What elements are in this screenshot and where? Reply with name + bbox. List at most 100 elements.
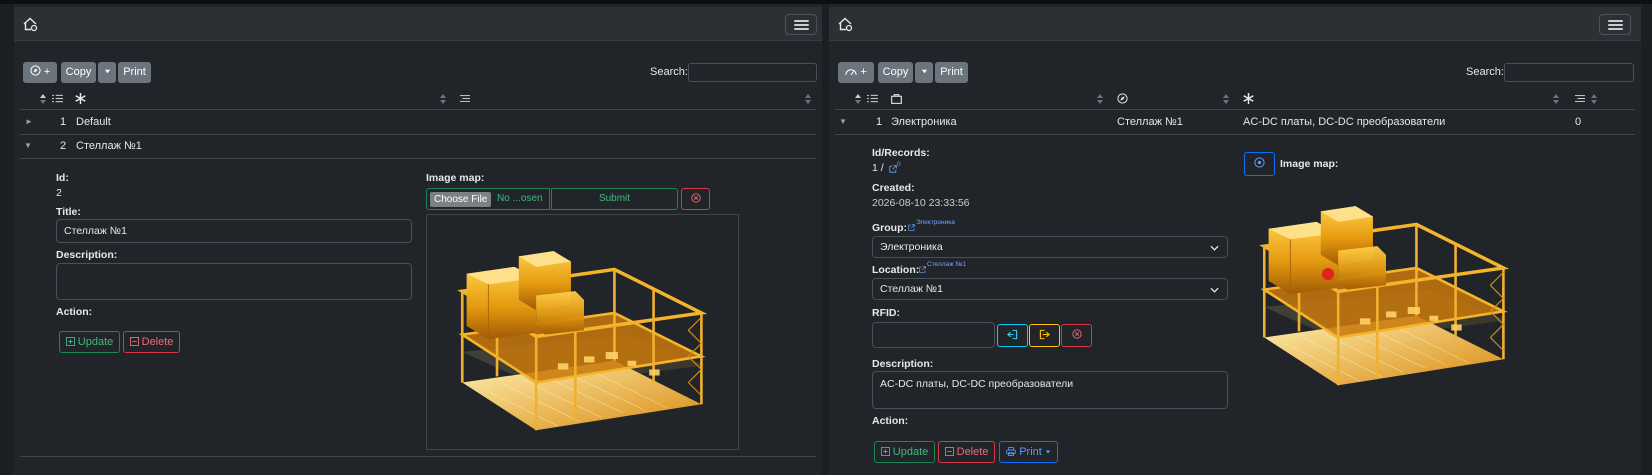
row-location: Стеллаж №1 [1117,116,1183,128]
chevron-down-icon [1210,287,1219,293]
created-label: Created: [872,182,915,194]
copy-dropdown-button[interactable] [915,62,933,83]
rfid-field[interactable] [872,322,995,348]
action-label: Action: [56,306,93,318]
search-input[interactable] [688,63,817,82]
row-count: 0 [1575,116,1582,128]
table-row[interactable]: ► 1 Default [20,111,816,135]
row-description: AC-DC платы, DC-DC преобразователи [1243,116,1446,128]
rfid-in-icon [1007,329,1018,340]
compass-plus-icon [30,65,41,76]
group-link[interactable]: Электроника [916,219,955,226]
warehouse-rack-image [1251,194,1521,394]
external-link-icon[interactable] [908,224,915,231]
group-label: Group: [872,222,907,234]
hamburger-menu-button[interactable] [1599,14,1631,35]
warehouse-rack-image [449,239,719,439]
list-icon [1575,95,1585,102]
add-label: + [860,66,867,78]
created-value: 2026-08-10 23:33:56 [872,197,970,209]
table-row[interactable]: ▼ 1 Электроника Стеллаж №1 AC-DC платы, … [835,111,1635,135]
sort-arrows-icon[interactable] [1223,94,1229,104]
copy-button[interactable]: Copy [878,62,913,83]
image-map[interactable] [1249,189,1529,399]
row-number: 1 [876,116,883,128]
sort-arrows-icon[interactable] [1553,94,1559,104]
description-label: Description: [872,358,934,370]
sort-arrows-icon[interactable] [1097,94,1103,104]
group-select[interactable]: Электроника [872,236,1228,258]
title-label: Title: [56,206,81,218]
print-button[interactable]: Print [118,62,151,83]
rfid-out-icon [1039,329,1050,340]
asterisk-icon [75,93,86,104]
image-map-label: Image map: [426,172,485,184]
compass-icon [1117,93,1128,104]
list-icon [460,95,470,102]
sort-arrows-icon[interactable] [40,94,46,104]
choose-file-button[interactable]: Choose File [430,192,492,207]
row-title: Default [76,116,111,128]
table-header [20,88,816,110]
table-row[interactable]: ▼ 2 Стеллаж №1 [20,135,816,159]
id-label: Id: [56,172,69,184]
rfid-label: RFID: [872,307,900,319]
rfid-clear-button[interactable] [1061,324,1092,347]
hamburger-menu-button[interactable] [785,14,817,35]
add-item-button[interactable]: + [838,62,874,83]
update-button[interactable]: Update [874,441,935,463]
update-button[interactable]: Update [59,331,120,353]
clear-image-button[interactable] [681,188,710,210]
target-icon [1254,157,1265,168]
location-link[interactable]: Стеллаж №1 [927,261,966,268]
title-field[interactable]: Стеллаж №1 [56,219,412,243]
description-field[interactable] [56,263,412,300]
home-gear-icon[interactable] [837,16,853,32]
table-header [835,88,1635,110]
id-records-value: 1 / [872,162,884,174]
submit-button[interactable]: Submit [551,188,678,210]
box-icon [891,94,902,104]
rfid-write-button[interactable] [1029,324,1060,347]
dashboard-plus-icon [845,69,857,76]
rfid-read-button[interactable] [997,324,1028,347]
home-gear-icon[interactable] [22,16,38,32]
external-link-icon[interactable] [889,165,897,173]
delete-button[interactable]: Delete [123,331,180,353]
sort-arrows-icon[interactable] [805,94,811,104]
sort-arrows-icon[interactable] [1591,94,1597,104]
add-label: + [43,66,51,78]
minus-square-icon [129,337,139,346]
x-circle-icon [690,193,701,203]
row-expand-toggle[interactable]: ► [25,117,33,126]
right-pane: + Copy Print Search: ▼ 1 Электроника Сте… [829,4,1641,475]
locate-button[interactable] [1244,152,1275,176]
row-collapse-toggle[interactable]: ▼ [839,117,847,126]
records-count-link[interactable]: 0 [897,161,901,168]
add-location-button[interactable]: + [23,62,57,83]
hamburger-menu-icon [1608,20,1623,22]
search-label: Search: [1466,66,1504,78]
item-location-marker[interactable] [1322,268,1334,280]
minus-square-icon [944,447,954,456]
copy-button[interactable]: Copy [61,62,96,83]
file-input[interactable]: Choose File No ...osen [426,188,550,210]
no-file-chosen-text: No ...osen [497,193,543,204]
search-input[interactable] [1504,63,1634,82]
id-value: 2 [56,187,62,199]
chevron-down-icon [1210,245,1219,251]
sort-arrows-icon[interactable] [440,94,446,104]
list-ol-icon [52,94,63,103]
external-link-icon[interactable] [919,266,926,273]
sort-arrows-icon[interactable] [855,94,861,104]
row-collapse-toggle[interactable]: ▼ [24,141,32,150]
image-map-preview[interactable] [426,214,739,450]
print-button[interactable]: Print [935,62,968,83]
copy-dropdown-button[interactable] [98,62,116,83]
left-pane: + Copy Print Search: ► 1 Default ▼ 2 Сте… [14,4,822,475]
delete-button[interactable]: Delete [938,441,995,463]
row-group: Электроника [891,116,957,128]
print-dropdown-button[interactable]: Print [999,441,1058,463]
location-select[interactable]: Стеллаж №1 [872,278,1228,300]
description-field[interactable]: AC-DC платы, DC-DC преобразователи [872,371,1228,409]
